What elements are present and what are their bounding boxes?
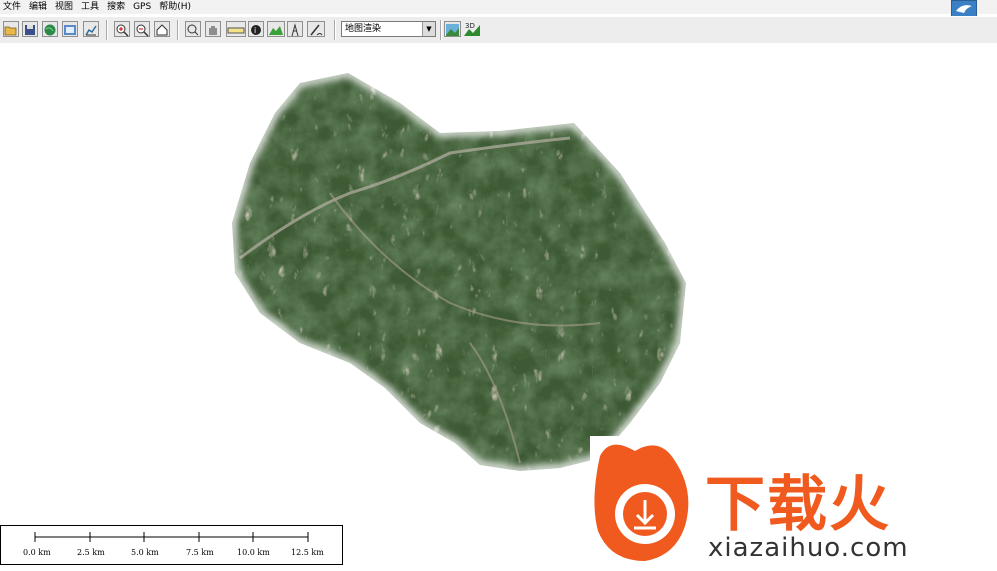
menu-tools[interactable]: 工具	[78, 0, 104, 14]
watermark-logo: 下载火 xiazaihuo.com	[590, 436, 997, 567]
zoom-out-icon[interactable]	[134, 21, 150, 37]
gps-tower-icon[interactable]	[287, 21, 303, 37]
menu-file[interactable]: 文件	[0, 0, 26, 14]
save-icon[interactable]	[22, 21, 38, 37]
zoom-in-icon[interactable]	[114, 21, 130, 37]
toolbar-separator	[440, 20, 441, 40]
menu-bar: 文件 编辑 视图 工具 搜索 GPS 帮助(H)	[0, 0, 997, 14]
select-tool-icon[interactable]	[185, 21, 201, 37]
scale-label: 0.0 km	[23, 548, 51, 557]
map-view-icon[interactable]	[444, 21, 461, 37]
scale-label: 7.5 km	[186, 548, 214, 557]
scale-bar: 0.0 km 2.5 km 5.0 km 7.5 km 10.0 km 12.5…	[0, 525, 343, 565]
menu-help[interactable]: 帮助(H)	[156, 0, 196, 14]
pan-hand-icon[interactable]	[205, 21, 221, 37]
3d-view-icon[interactable]: 3D	[463, 21, 481, 37]
watermark-brand: 下载火	[705, 471, 891, 538]
draw-pen-icon[interactable]	[307, 21, 325, 37]
toolbar-separator	[334, 20, 335, 40]
home-icon[interactable]	[154, 21, 170, 37]
toolbar-separator	[177, 20, 178, 40]
globe-icon[interactable]	[42, 21, 58, 37]
watermark-url: xiazaihuo.com	[708, 533, 909, 563]
open-folder-icon[interactable]	[3, 21, 19, 37]
flame-logo-icon	[594, 444, 689, 561]
chart-icon[interactable]	[83, 21, 99, 37]
menu-edit[interactable]: 编辑	[26, 0, 52, 14]
menu-search[interactable]: 搜索	[104, 0, 130, 14]
scale-label: 10.0 km	[237, 548, 270, 557]
layer-select[interactable]: 地图渲染 ▼	[341, 21, 436, 37]
measure-ruler-icon[interactable]	[226, 21, 246, 37]
scale-label: 12.5 km	[291, 548, 324, 557]
info-icon[interactable]: i	[248, 21, 264, 37]
terrain-profile-icon[interactable]	[267, 21, 285, 37]
toolbar-separator	[106, 20, 107, 40]
scale-label: 2.5 km	[77, 548, 105, 557]
3d-view-label: 3D	[465, 22, 475, 30]
menu-view[interactable]: 视图	[52, 0, 78, 14]
scale-label: 5.0 km	[131, 548, 159, 557]
menu-gps[interactable]: GPS	[130, 0, 156, 14]
chevron-down-icon[interactable]: ▼	[422, 22, 435, 36]
layer-select-value: 地图渲染	[345, 24, 382, 34]
svg-text:i: i	[254, 26, 256, 35]
toolbar: i 地图渲染 ▼ 3D	[0, 16, 997, 44]
export-map-icon[interactable]	[62, 21, 78, 37]
